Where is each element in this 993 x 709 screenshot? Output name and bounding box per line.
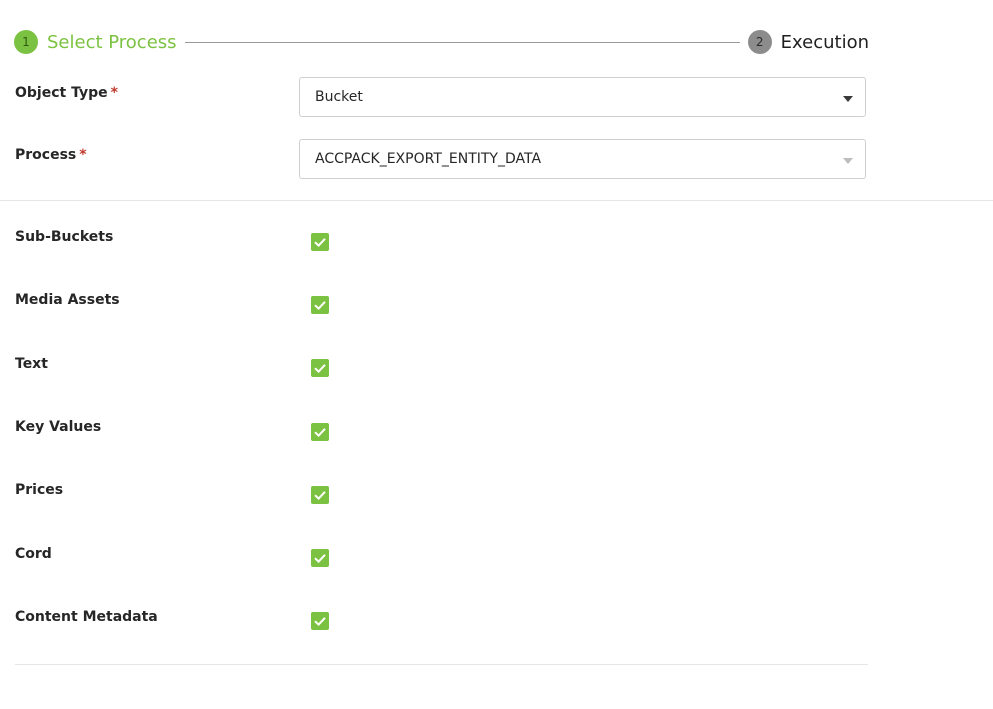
checkmark-icon	[314, 617, 326, 627]
step-number-badge: 2	[747, 30, 772, 54]
step-execution[interactable]: 2 Execution	[747, 30, 869, 54]
option-label-prices: Prices	[15, 482, 64, 498]
process-value: ACCPACK_EXPORT_ENTITY_DATA	[315, 151, 542, 167]
chevron-down-icon	[843, 96, 853, 102]
checkmark-icon	[314, 301, 326, 311]
checkmark-icon	[314, 554, 326, 564]
checkmark-icon	[314, 428, 326, 438]
process-stepper: 1 Select Process 2 Execution	[14, 29, 869, 55]
checkbox-media-assets[interactable]	[311, 296, 329, 314]
checkbox-key-values[interactable]	[311, 423, 329, 441]
checkbox-content-metadata[interactable]	[311, 612, 329, 630]
step-number-badge: 1	[14, 30, 38, 54]
required-marker: *	[110, 85, 118, 101]
checkbox-sub-buckets[interactable]	[311, 233, 329, 251]
option-label-text: Text	[15, 356, 48, 372]
checkmark-icon	[314, 238, 326, 248]
process-label-text: Process	[15, 147, 77, 163]
step-label: Execution	[780, 31, 869, 53]
checkbox-prices[interactable]	[311, 486, 329, 504]
object-type-label-text: Object Type	[15, 85, 108, 101]
option-label-cord: Cord	[15, 546, 52, 562]
step-label: Select Process	[47, 31, 177, 53]
export-process-page: 1 Select Process 2 Execution Object Type…	[0, 0, 993, 709]
checkbox-text[interactable]	[311, 359, 329, 377]
process-label: Process *	[15, 147, 87, 163]
option-label-key-values: Key Values	[15, 419, 102, 435]
option-label-sub-buckets: Sub-Buckets	[15, 229, 114, 245]
checkbox-cord[interactable]	[311, 549, 329, 567]
step-select-process[interactable]: 1 Select Process	[14, 30, 177, 54]
object-type-value: Bucket	[315, 89, 363, 105]
option-label-media-assets: Media Assets	[15, 292, 120, 308]
process-select[interactable]: ACCPACK_EXPORT_ENTITY_DATA	[299, 139, 866, 179]
checkmark-icon	[314, 364, 326, 374]
required-marker: *	[79, 147, 87, 163]
chevron-down-icon	[843, 158, 853, 164]
footer-divider	[15, 664, 868, 665]
option-label-content-metadata: Content Metadata	[15, 609, 158, 625]
step-connector	[184, 41, 740, 43]
checkmark-icon	[314, 491, 326, 501]
object-type-label: Object Type *	[15, 85, 118, 101]
object-type-select[interactable]: Bucket	[299, 77, 866, 117]
section-divider	[0, 200, 993, 201]
